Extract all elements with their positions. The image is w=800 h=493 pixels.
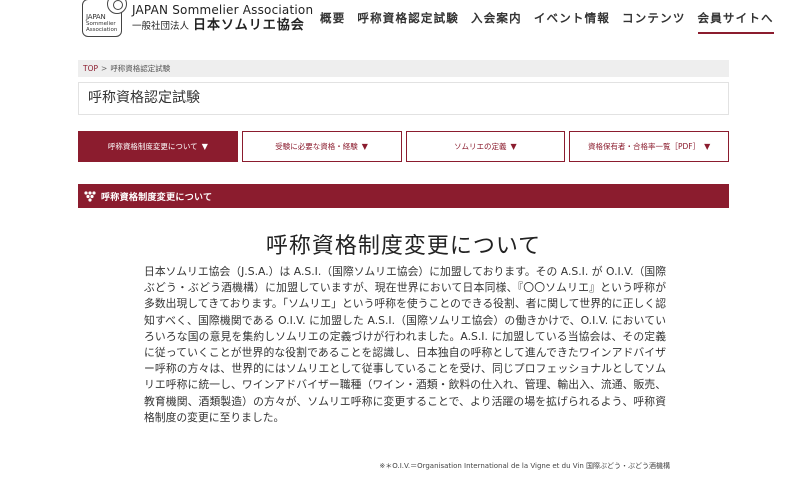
logo-badge-line: Association — [86, 27, 118, 33]
triangle-down-icon: ▼ — [361, 142, 368, 151]
logo-text: JAPAN Sommelier Association 一般社団法人 日本ソムリ… — [132, 3, 313, 34]
tab-system-change[interactable]: 呼称資格制度変更について ▼ — [78, 131, 238, 162]
article-body: 日本ソムリエ協会（J.S.A.）は A.S.I.（国際ソムリエ協会）に加盟してお… — [144, 264, 666, 426]
section-header: 呼称資格制度変更について — [78, 184, 729, 208]
tab-pass-rate-pdf[interactable]: 資格保有者・合格率一覧［PDF］ ▼ — [569, 131, 729, 162]
tab-label: ソムリエの定義 — [454, 142, 507, 151]
breadcrumb: TOP > 呼称資格認定試験 — [78, 60, 729, 77]
logo-name-ja: 一般社団法人 日本ソムリエ協会 — [132, 18, 313, 34]
global-nav: 概要 呼称資格認定試験 入会案内 イベント情報 コンテンツ 会員サイトへ — [320, 6, 774, 34]
triangle-down-icon: ▼ — [510, 142, 517, 151]
article-paragraph: 日本ソムリエ協会（J.S.A.）は A.S.I.（国際ソムリエ協会）に加盟してお… — [144, 265, 666, 424]
logo-name-ja-prefix: 一般社団法人 — [132, 20, 190, 32]
breadcrumb-current: 呼称資格認定試験 — [110, 64, 171, 73]
logo-badge-icon: JAPAN Sommelier Association — [82, 0, 127, 37]
tab-label: 受験に必要な資格・経験 — [275, 142, 358, 151]
page-title: 呼称資格認定試験 — [78, 82, 729, 115]
main-heading: 呼称資格制度変更について — [265, 234, 542, 259]
tab-requirements[interactable]: 受験に必要な資格・経験 ▼ — [241, 131, 402, 162]
site-header: JAPAN Sommelier Association JAPAN Sommel… — [0, 0, 800, 48]
section-tabs: 呼称資格制度変更について ▼ 受験に必要な資格・経験 ▼ ソムリエの定義 ▼ 資格保有… — [78, 131, 729, 162]
nav-item-events[interactable]: イベント情報 — [534, 6, 610, 34]
tab-label: 資格保有者・合格率一覧［PDF］ — [587, 142, 701, 151]
tab-label: 呼称資格制度変更について — [107, 142, 198, 151]
grapes-icon — [84, 191, 96, 202]
triangle-down-icon: ▼ — [201, 142, 208, 151]
logo-name-en: JAPAN Sommelier Association — [132, 2, 314, 17]
nav-item-contents[interactable]: コンテンツ — [622, 6, 686, 34]
nav-item-member-site[interactable]: 会員サイトへ — [697, 6, 774, 34]
nav-item-membership[interactable]: 入会案内 — [471, 6, 522, 34]
breadcrumb-home-link[interactable]: TOP — [83, 64, 98, 73]
site-logo[interactable]: JAPAN Sommelier Association JAPAN Sommel… — [82, 0, 313, 40]
tab-sommelier-definition[interactable]: ソムリエの定義 ▼ — [405, 131, 566, 162]
section-header-title: 呼称資格制度変更について — [101, 192, 213, 203]
triangle-down-icon: ▼ — [704, 142, 711, 151]
breadcrumb-separator: > — [101, 64, 108, 73]
footnote: ※＊O.I.V.＝Organisation International de l… — [379, 462, 670, 470]
logo-badge-line: JAPAN — [86, 13, 106, 21]
nav-item-certification-exam[interactable]: 呼称資格認定試験 — [357, 6, 459, 34]
logo-name-ja-main: 日本ソムリエ協会 — [193, 17, 305, 33]
logo-circle-icon — [107, 0, 127, 14]
nav-item-overview[interactable]: 概要 — [320, 6, 345, 34]
